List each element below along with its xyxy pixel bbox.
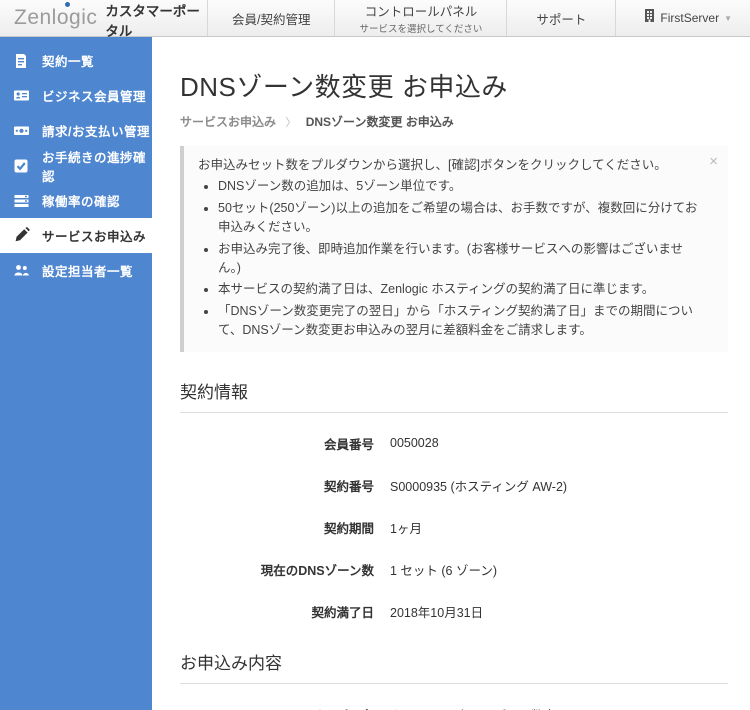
people-icon	[13, 262, 30, 279]
contract-row: 契約期間 1ヶ月	[180, 515, 728, 539]
sidebar-item-service-apply[interactable]: サービスお申込み	[0, 218, 152, 253]
row-value: ホスティング DNSゾーン数変更	[390, 705, 569, 710]
logo-dots-icon	[63, 0, 79, 4]
contract-row: 契約番号 S0000935 (ホスティング AW-2)	[180, 473, 728, 497]
row-label: 契約番号	[180, 476, 390, 495]
sidebar-item-admins[interactable]: 設定担当者一覧	[0, 253, 152, 288]
billing-icon	[13, 122, 30, 139]
nav-support[interactable]: サポート	[506, 0, 616, 36]
breadcrumb-parent[interactable]: サービスお申込み	[180, 115, 276, 129]
row-label: サービス名	[180, 705, 390, 710]
account-name: FirstServer	[660, 11, 719, 25]
chevron-down-icon: ▼	[724, 14, 732, 23]
pen-icon	[13, 227, 30, 244]
notice-bullet: DNSゾーン数の追加は、5ゾーン単位です。	[218, 177, 698, 196]
notice-bullet: お申込み完了後、即時追加作業を行います。(お客様サービスへの影響はございません。…	[218, 240, 698, 279]
contract-row: 現在のDNSゾーン数 1 セット (6 ゾーン)	[180, 557, 728, 581]
logo-suffix-text: カスタマーポータル	[105, 0, 207, 40]
notice-intro: お申込みセット数をプルダウンから選択し、[確認]ボタンをクリックしてください。	[198, 156, 698, 175]
account-menu[interactable]: FirstServer ▼	[644, 0, 750, 36]
row-label: 契約満了日	[180, 602, 390, 621]
contract-row: 契約満了日 2018年10月31日	[180, 599, 728, 623]
sidebar-item-billing[interactable]: 請求/お支払い管理	[0, 113, 152, 148]
id-card-icon	[13, 87, 30, 104]
sidebar-item-uptime[interactable]: 稼働率の確認	[0, 183, 152, 218]
nav-label: コントロールパネル	[365, 1, 478, 20]
sidebar-item-label: お手続きの進捗確認	[42, 147, 152, 185]
checkbox-icon	[13, 157, 30, 174]
section-title-contract: 契約情報	[180, 378, 728, 413]
sidebar-item-label: 稼働率の確認	[42, 191, 120, 210]
logo-brand-text: Zenlogic	[14, 6, 97, 30]
sidebar: 契約一覧 ビジネス会員管理 請求/お支払い管理 お手続きの進捗確認 稼働率の確認…	[0, 37, 152, 710]
sidebar-item-label: 設定担当者一覧	[42, 261, 133, 280]
notice-bullet: 50セット(250ゾーン)以上の追加をご希望の場合は、お手数ですが、複数回に分け…	[218, 199, 698, 238]
row-value: 1 セット (6 ゾーン)	[390, 560, 497, 579]
nav-label: 会員/契約管理	[232, 9, 310, 28]
row-value: 2018年10月31日	[390, 602, 483, 621]
sidebar-item-business-members[interactable]: ビジネス会員管理	[0, 78, 152, 113]
row-value: 0050028	[390, 436, 439, 450]
breadcrumb-separator: 〉	[285, 117, 296, 129]
notice-box: × お申込みセット数をプルダウンから選択し、[確認]ボタンをクリックしてください…	[180, 146, 728, 352]
zenlogic-logo[interactable]: Zenlogic カスタマーポータル	[0, 0, 207, 36]
sidebar-item-progress[interactable]: お手続きの進捗確認	[0, 148, 152, 183]
nav-control-panel[interactable]: コントロールパネル サービスを選択してください	[334, 0, 506, 36]
top-header: Zenlogic カスタマーポータル 会員/契約管理 コントロールパネル サービ…	[0, 0, 750, 37]
building-icon	[644, 9, 655, 27]
notice-bullet: 本サービスの契約満了日は、Zenlogic ホスティングの契約満了日に準じます。	[218, 280, 698, 299]
sidebar-item-label: ビジネス会員管理	[42, 86, 146, 105]
contract-row: 会員番号 0050028	[180, 431, 728, 455]
section-title-application: お申込み内容	[180, 649, 728, 684]
row-label: 会員番号	[180, 434, 390, 453]
row-label: 契約期間	[180, 518, 390, 537]
row-label: 現在のDNSゾーン数	[180, 560, 390, 579]
breadcrumb-current: DNSゾーン数変更 お申込み	[306, 115, 454, 129]
row-value: 1ヶ月	[390, 518, 422, 537]
sidebar-item-contracts[interactable]: 契約一覧	[0, 43, 152, 78]
list-icon	[13, 192, 30, 209]
nav-sublabel: サービスを選択してください	[359, 21, 482, 35]
close-icon[interactable]: ×	[709, 154, 718, 169]
sidebar-item-label: 請求/お支払い管理	[42, 121, 150, 140]
main-content: DNSゾーン数変更 お申込み サービスお申込み 〉 DNSゾーン数変更 お申込み…	[152, 37, 750, 710]
nav-member-contract[interactable]: 会員/契約管理	[207, 0, 334, 36]
sidebar-item-label: サービスお申込み	[42, 226, 146, 245]
sidebar-item-label: 契約一覧	[42, 51, 94, 70]
breadcrumb: サービスお申込み 〉 DNSゾーン数変更 お申込み	[180, 113, 728, 130]
document-icon	[13, 52, 30, 69]
service-name-row: サービス名 ホスティング DNSゾーン数変更	[180, 702, 728, 710]
page-title: DNSゾーン数変更 お申込み	[180, 67, 728, 104]
notice-bullet: 「DNSゾーン数変更完了の翌日」から「ホスティング契約満了日」までの期間について…	[218, 302, 698, 341]
nav-label: サポート	[536, 9, 586, 28]
row-value: S0000935 (ホスティング AW-2)	[390, 476, 567, 495]
